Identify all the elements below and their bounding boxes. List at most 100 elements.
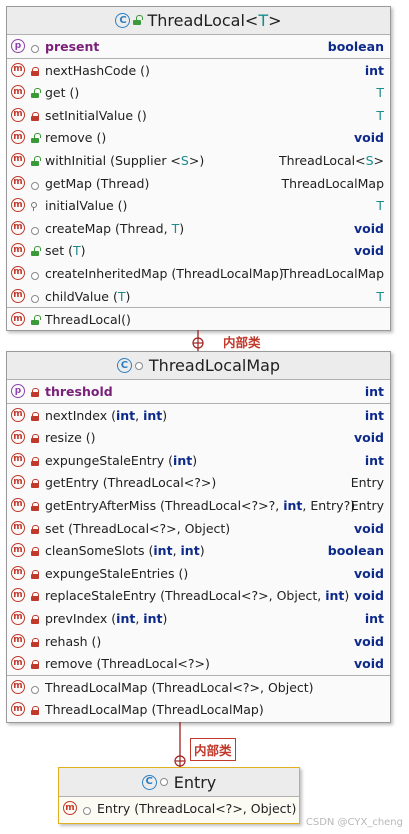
member-type: Entry <box>350 497 384 513</box>
member-type: void <box>354 130 384 146</box>
inner-class-marker-1 <box>192 337 204 349</box>
method-row[interactable]: m expungeStaleEntries () void <box>7 562 390 585</box>
method-row[interactable]: m getMap (Thread) ThreadLocalMap <box>7 172 390 195</box>
class-icon: C <box>141 774 157 790</box>
method-row[interactable]: m prevIndex (int, int) int <box>7 607 390 630</box>
member-type: void <box>354 656 384 672</box>
member-name: nextHashCode () <box>45 62 150 78</box>
method-row[interactable]: m replaceStaleEntry (ThreadLocal<?>, Obje… <box>7 584 390 607</box>
member-name: Entry (ThreadLocal<?>, Object) <box>97 801 297 816</box>
member-section: p present boolean <box>7 35 390 58</box>
method-icon: m <box>11 452 25 467</box>
private-lock-icon <box>31 409 39 424</box>
method-row[interactable]: m initialValue () T <box>7 194 390 217</box>
method-row[interactable]: m nextHashCode () int <box>7 59 390 82</box>
class-title: ThreadLocalMap <box>148 356 281 375</box>
private-lock-icon <box>31 385 39 400</box>
member-section: m nextHashCode () int m get () Tm setInitialVa… <box>7 57 390 308</box>
class-icon: C <box>115 13 131 28</box>
method-icon: m <box>11 475 25 490</box>
method-icon: m <box>11 679 25 694</box>
method-row[interactable]: m remove () void <box>7 126 390 149</box>
method-icon: m <box>11 152 25 167</box>
member-type: int <box>364 384 384 399</box>
method-row[interactable]: m createMap (Thread, T) void <box>7 217 390 240</box>
property-icon: p <box>11 39 25 53</box>
method-icon: m <box>11 175 25 190</box>
class-box-threadlocalmap[interactable]: C ThreadLocalMap p threshold int m nextIndex… <box>6 351 391 723</box>
private-lock-icon <box>31 567 39 582</box>
package-visibility-icon <box>31 41 39 56</box>
member-name: getEntry (ThreadLocal<?>) <box>45 475 217 491</box>
private-lock-icon <box>31 657 39 672</box>
member-type: void <box>354 520 384 536</box>
method-row[interactable]: m Entry (ThreadLocal<?>, Object) <box>59 797 299 820</box>
inner-class-marker-2 <box>174 755 186 767</box>
protected-key-icon <box>31 199 37 214</box>
method-row[interactable]: m withInitial (Supplier <S>) ThreadLocal<S… <box>7 149 390 172</box>
member-name: replaceStaleEntry (ThreadLocal<?>, Objec… <box>45 588 350 604</box>
method-row[interactable]: m expungeStaleEntry (int) int <box>7 449 390 472</box>
member-name: remove (ThreadLocal<?>) <box>45 656 210 672</box>
member-type: void <box>354 430 384 446</box>
method-row[interactable]: m nextIndex (int, int) int <box>7 404 390 427</box>
field-row[interactable]: p threshold int <box>7 380 390 403</box>
method-icon: m <box>11 220 25 235</box>
private-lock-icon <box>31 589 39 604</box>
member-type: void <box>354 633 384 649</box>
field-row[interactable]: p present boolean <box>7 35 390 58</box>
green-open-lock-icon <box>133 15 144 25</box>
method-icon: m <box>11 588 25 603</box>
public-lock-icon <box>31 313 41 328</box>
member-type: void <box>354 243 384 259</box>
member-name: initialValue () <box>45 198 128 214</box>
member-type: int <box>364 62 384 78</box>
method-row[interactable]: m getEntryAfterMiss (ThreadLocal<?>?, int… <box>7 494 390 517</box>
member-name: getEntryAfterMiss (ThreadLocal<?>?, int,… <box>45 497 356 513</box>
method-row[interactable]: m childValue (T) T <box>7 285 390 308</box>
method-row[interactable]: m ThreadLocal() <box>7 308 390 331</box>
method-icon: m <box>11 430 25 445</box>
private-lock-icon <box>31 612 39 627</box>
watermark: CSDN @CYX_cheng <box>305 817 403 828</box>
method-icon: m <box>11 288 25 303</box>
member-name: resize () <box>45 430 96 446</box>
method-row[interactable]: m set (ThreadLocal<?>, Object) void <box>7 517 390 540</box>
member-type: int <box>364 452 384 468</box>
method-icon: m <box>11 520 25 535</box>
method-icon: m <box>63 801 77 815</box>
member-section: m ThreadLocal() <box>7 307 390 331</box>
member-type: T <box>376 107 384 123</box>
class-icon: C <box>116 358 132 373</box>
method-row[interactable]: m ThreadLocalMap (ThreadLocalMap) <box>7 698 390 721</box>
method-row[interactable]: m setInitialValue () T <box>7 104 390 127</box>
method-row[interactable]: m rehash () void <box>7 630 390 653</box>
method-row[interactable]: m cleanSomeSlots (int, int) boolean <box>7 539 390 562</box>
method-row[interactable]: m set (T) void <box>7 239 390 262</box>
private-lock-icon <box>31 454 39 469</box>
member-name: createInheritedMap (ThreadLocalMap) <box>45 265 284 281</box>
method-icon: m <box>11 610 25 625</box>
member-name: createMap (Thread, T) <box>45 220 185 236</box>
method-row[interactable]: m get () T <box>7 81 390 104</box>
member-type: int <box>364 610 384 626</box>
member-type: Entry <box>350 475 384 491</box>
member-section: m nextIndex (int, int) int m resize () void m e… <box>7 402 390 675</box>
method-icon: m <box>11 265 25 280</box>
class-box-entry[interactable]: C Entry m Entry (ThreadLocal<?>, Object) <box>58 767 300 824</box>
class-title: Entry <box>173 772 217 792</box>
member-type: void <box>354 565 384 581</box>
method-row[interactable]: m resize () void <box>7 426 390 449</box>
private-lock-icon <box>31 635 39 650</box>
method-row[interactable]: m getEntry (ThreadLocal<?>) Entry <box>7 471 390 494</box>
private-lock-icon <box>31 431 39 446</box>
method-row[interactable]: m createInheritedMap (ThreadLocalMap) Thre… <box>7 262 390 285</box>
public-lock-icon <box>31 154 41 169</box>
class-box-threadlocal[interactable]: C ThreadLocal<T> p present boolean m nextHas… <box>6 6 391 331</box>
public-lock-icon <box>31 86 41 101</box>
association-label-1: 内部类 <box>223 335 261 350</box>
method-row[interactable]: m ThreadLocalMap (ThreadLocal<?>, Object) <box>7 676 390 699</box>
class-members-threadlocalmap: p threshold int m nextIndex (int, int) int m re… <box>7 380 390 721</box>
method-icon: m <box>11 312 25 327</box>
method-row[interactable]: m remove (ThreadLocal<?>) void <box>7 652 390 675</box>
